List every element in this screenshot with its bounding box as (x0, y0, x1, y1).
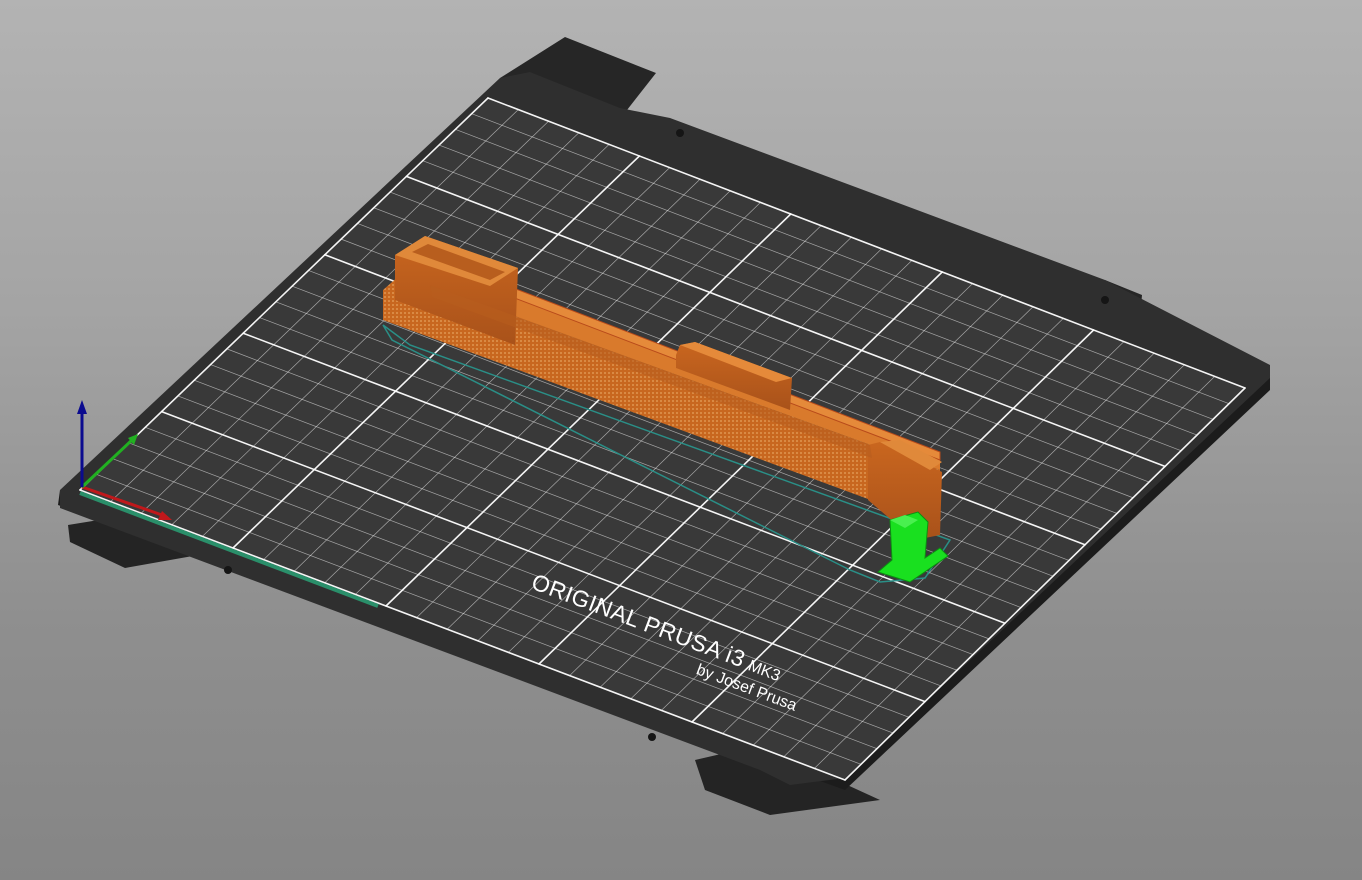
3d-viewport[interactable]: ORIGINAL PRUSA i3 MK3 by Josef Prusa (0, 0, 1362, 880)
bed-hole (648, 733, 656, 741)
bed-hole (224, 566, 232, 574)
bed-scene[interactable]: ORIGINAL PRUSA i3 MK3 by Josef Prusa (0, 0, 1362, 880)
print-bed[interactable] (58, 37, 1270, 815)
bed-hole (1101, 296, 1109, 304)
z-axis-arrow (77, 400, 87, 414)
bed-hole (676, 129, 684, 137)
bed-sheet (80, 98, 1245, 780)
